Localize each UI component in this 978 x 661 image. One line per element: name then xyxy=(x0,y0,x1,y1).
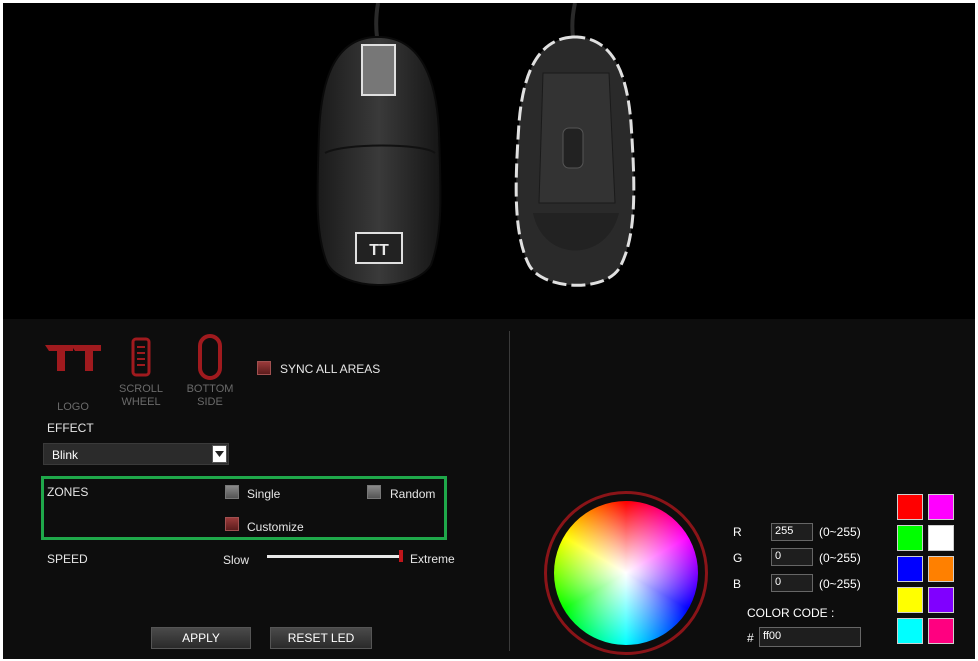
scroll-wheel-zone-icon[interactable] xyxy=(131,337,151,377)
r-label: R xyxy=(733,525,742,539)
settings-panel: LOGO SCROLL WHEEL BOTTOM SIDE SYNC ALL A… xyxy=(3,319,975,659)
apply-button[interactable]: APPLY xyxy=(151,627,251,649)
customize-label: Customize xyxy=(247,520,304,534)
chevron-down-icon[interactable] xyxy=(212,445,227,463)
customize-checkbox[interactable] xyxy=(225,517,239,531)
speed-slider-track[interactable] xyxy=(267,555,401,558)
mouse-render: TT xyxy=(316,3,636,287)
color-swatch[interactable] xyxy=(928,556,954,582)
reset-led-button[interactable]: RESET LED xyxy=(270,627,372,649)
effect-selected-value: Blink xyxy=(52,448,79,462)
mouse-preview: TT xyxy=(3,3,975,319)
color-wheel[interactable] xyxy=(554,501,698,645)
b-label: B xyxy=(733,577,742,591)
effect-label: EFFECT xyxy=(47,421,94,435)
b-input[interactable]: 0 xyxy=(771,574,813,592)
color-swatch[interactable] xyxy=(897,618,923,644)
sync-all-areas-checkbox[interactable] xyxy=(257,361,271,375)
color-swatch[interactable] xyxy=(897,525,923,551)
scroll-wheel-highlight[interactable] xyxy=(361,44,396,96)
sync-all-areas-label: SYNC ALL AREAS xyxy=(280,362,381,376)
r-range: (0~255) xyxy=(819,525,861,539)
color-swatch[interactable] xyxy=(928,618,954,644)
mouse-bottom-view[interactable] xyxy=(514,35,636,287)
random-checkbox[interactable] xyxy=(367,485,381,499)
speed-max-label: Extreme xyxy=(410,552,455,566)
hash-label: # xyxy=(747,631,754,645)
r-input[interactable]: 255 xyxy=(771,523,813,541)
g-label: G xyxy=(733,551,743,565)
random-label: Random xyxy=(390,487,436,501)
zone-label-bottom-side: BOTTOM SIDE xyxy=(186,383,234,408)
color-swatch[interactable] xyxy=(897,556,923,582)
app-window: TT LOGO SCROLL WHEEL BOTTOM SIDE SYNC AL… xyxy=(3,3,975,659)
mouse-top-view: TT xyxy=(316,36,442,286)
single-checkbox[interactable] xyxy=(225,485,239,499)
color-code-label: COLOR CODE : xyxy=(747,606,835,620)
speed-min-label: Slow xyxy=(223,553,250,567)
bottom-side-zone-icon[interactable] xyxy=(197,333,223,381)
svg-text:TT: TT xyxy=(369,242,389,259)
zones-group xyxy=(41,476,447,540)
color-swatch[interactable] xyxy=(897,494,923,520)
speed-label: SPEED xyxy=(47,552,88,566)
color-code-input[interactable]: ff00 xyxy=(759,627,861,647)
zones-label: ZONES xyxy=(47,485,89,499)
color-swatch[interactable] xyxy=(928,587,954,613)
zone-label-scroll-wheel: SCROLL WHEEL xyxy=(118,383,164,408)
panel-divider xyxy=(509,331,510,651)
g-range: (0~255) xyxy=(819,551,861,565)
color-swatch[interactable] xyxy=(897,587,923,613)
speed-slider-handle[interactable] xyxy=(399,550,403,562)
effect-select[interactable]: Blink xyxy=(43,443,229,465)
single-label: Single xyxy=(247,487,281,501)
g-input[interactable]: 0 xyxy=(771,548,813,566)
color-swatch[interactable] xyxy=(928,525,954,551)
b-range: (0~255) xyxy=(819,577,861,591)
logo-zone-icon[interactable] xyxy=(45,341,101,371)
color-swatch[interactable] xyxy=(928,494,954,520)
zone-label-logo: LOGO xyxy=(57,401,89,413)
